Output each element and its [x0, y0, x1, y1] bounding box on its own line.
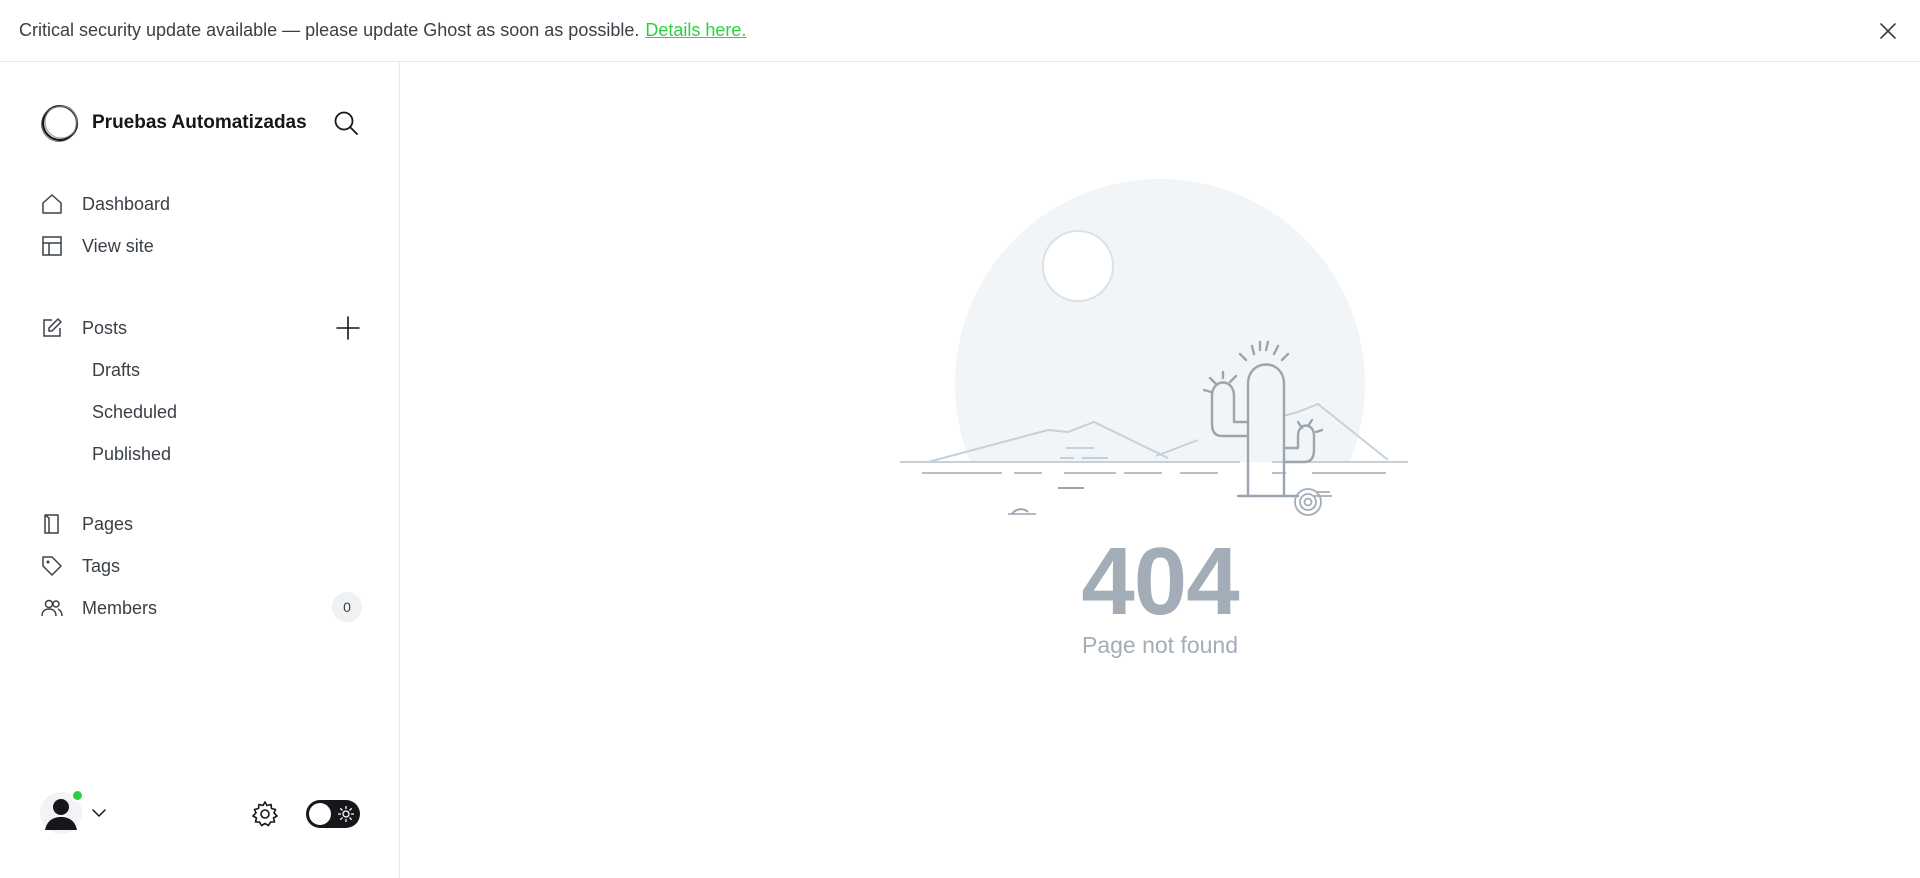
- edit-icon: [40, 316, 64, 340]
- nav-pages-label: Pages: [82, 513, 134, 534]
- nav-dashboard[interactable]: Dashboard: [40, 188, 360, 220]
- alert-details-link[interactable]: Details here.: [645, 20, 746, 41]
- nav-published[interactable]: Published: [92, 438, 171, 470]
- error-message: Page not found: [1081, 632, 1239, 658]
- main-content: 404 Page not found: [400, 62, 1920, 878]
- user-menu[interactable]: [40, 789, 108, 834]
- nav-posts-label: Posts: [82, 317, 128, 338]
- site-logo-icon: [41, 104, 79, 142]
- nav-dashboard-label: Dashboard: [82, 193, 171, 214]
- tag-icon: [40, 554, 64, 578]
- nav-scheduled[interactable]: Scheduled: [92, 396, 177, 428]
- nav-view-site-label: View site: [82, 235, 154, 256]
- toggle-knob: [309, 803, 331, 825]
- online-status-dot: [71, 789, 84, 802]
- nav-tags-label: Tags: [82, 555, 121, 576]
- members-icon: [40, 596, 64, 620]
- avatar: [40, 789, 84, 834]
- nav-tags[interactable]: Tags: [40, 550, 360, 582]
- chevron-down-icon: [92, 809, 106, 818]
- nav-members-label: Members: [82, 597, 158, 618]
- security-alert-banner: Critical security update available — ple…: [0, 0, 1920, 62]
- nav-posts[interactable]: Posts: [40, 312, 300, 344]
- site-brand[interactable]: Pruebas Automatizadas: [40, 102, 307, 144]
- new-post-plus-icon[interactable]: [334, 314, 362, 342]
- nav-drafts[interactable]: Drafts: [92, 354, 140, 386]
- nav-view-site[interactable]: View site: [40, 230, 360, 262]
- nav-pages[interactable]: Pages: [40, 508, 360, 540]
- home-icon: [40, 192, 64, 216]
- nav-members[interactable]: Members: [40, 592, 300, 624]
- site-name: Pruebas Automatizadas: [92, 112, 307, 133]
- error-code: 404: [1081, 528, 1239, 635]
- sun-icon: [338, 806, 354, 822]
- page-icon: [40, 512, 64, 536]
- members-count-badge: 0: [332, 592, 362, 622]
- search-icon[interactable]: [332, 109, 360, 137]
- close-icon[interactable]: [1876, 19, 1900, 43]
- alert-message: Critical security update available — ple…: [19, 20, 640, 40]
- theme-toggle[interactable]: [306, 800, 360, 828]
- sidebar: Pruebas Automatizadas Dashboard View sit…: [0, 62, 400, 878]
- layout-icon: [40, 234, 64, 258]
- settings-gear-icon[interactable]: [251, 800, 279, 828]
